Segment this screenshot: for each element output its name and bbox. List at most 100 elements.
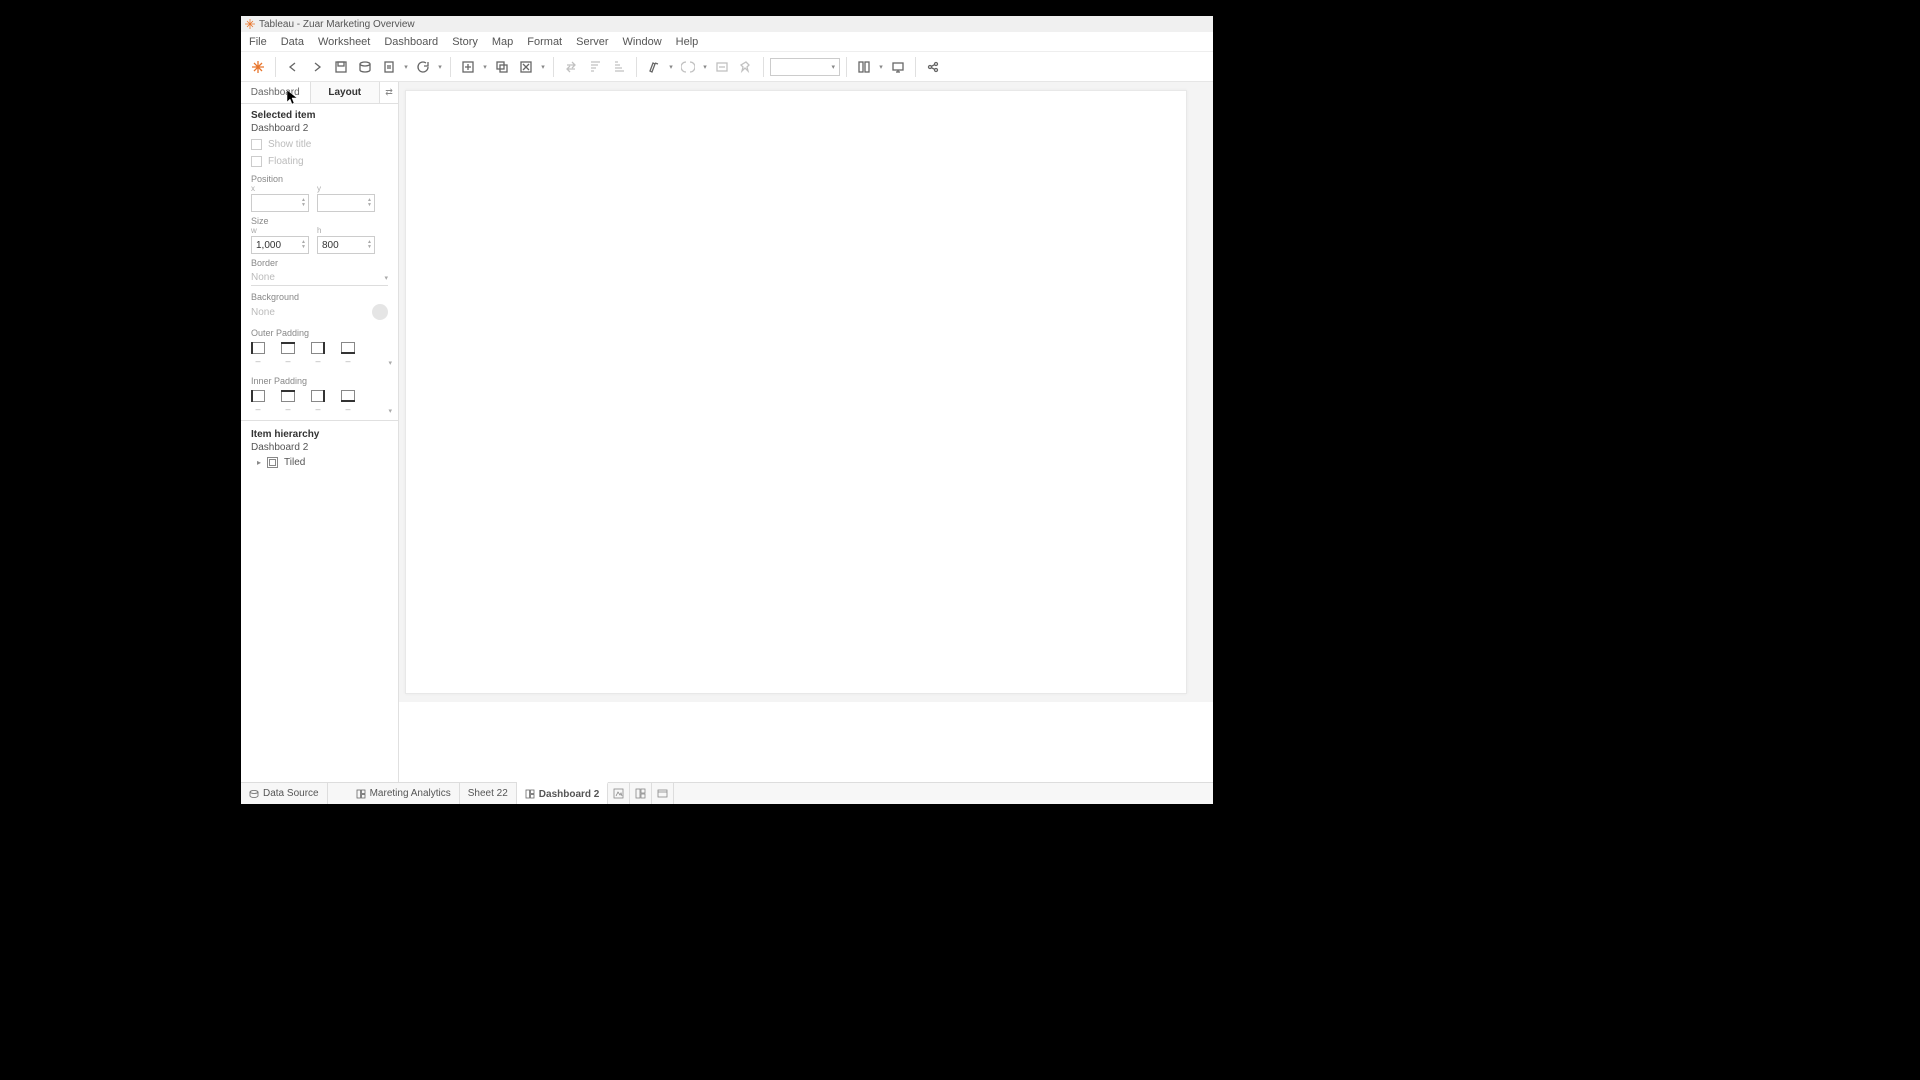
- new-story-button[interactable]: [652, 783, 674, 804]
- dropdown-caret-icon[interactable]: ▾: [436, 63, 444, 71]
- dropdown-caret-icon[interactable]: ▾: [402, 63, 410, 71]
- main-area: Dashboard Layout ⇄ Selected item Dashboa…: [241, 82, 1213, 782]
- group-icon[interactable]: [677, 56, 699, 78]
- pad-bottom-value: –: [341, 356, 355, 366]
- toolbar: ▾ ▾ ▾ ▾ ▾ ▾ ▾ ▾: [241, 52, 1213, 82]
- dropdown-caret-icon[interactable]: ▾: [701, 63, 709, 71]
- separator: [636, 57, 637, 77]
- menu-server[interactable]: Server: [576, 36, 608, 48]
- dashboard-canvas[interactable]: [405, 90, 1187, 694]
- duplicate-icon[interactable]: [491, 56, 513, 78]
- pad-bottom-icon[interactable]: [341, 390, 355, 402]
- new-data-source-icon[interactable]: [354, 56, 376, 78]
- swap-icon[interactable]: [560, 56, 582, 78]
- floating-checkbox[interactable]: Floating: [241, 153, 398, 170]
- data-source-icon: [249, 789, 259, 799]
- chevron-down-icon: ▾: [384, 274, 388, 282]
- size-h-value: 800: [322, 240, 339, 251]
- sheet-tab[interactable]: Mareting Analytics: [348, 783, 460, 804]
- tab-dashboard-label: Dashboard: [251, 87, 300, 98]
- fit-selector[interactable]: ▾: [770, 58, 840, 76]
- menu-story[interactable]: Story: [452, 36, 478, 48]
- chevron-down-icon[interactable]: ▾: [388, 407, 392, 415]
- separator: [553, 57, 554, 77]
- sort-asc-icon[interactable]: [584, 56, 606, 78]
- pad-bottom-value: –: [341, 404, 355, 414]
- pad-left-icon[interactable]: [251, 390, 265, 402]
- new-story-icon: [657, 788, 668, 799]
- pad-top-value: –: [281, 404, 295, 414]
- pad-right-icon[interactable]: [311, 390, 325, 402]
- presentation-mode-icon[interactable]: [887, 56, 909, 78]
- selected-item-value: Dashboard 2: [251, 123, 388, 134]
- undo-icon[interactable]: [282, 56, 304, 78]
- tab-dashboard[interactable]: Dashboard: [241, 82, 311, 103]
- menu-file[interactable]: File: [249, 36, 267, 48]
- show-title-checkbox[interactable]: Show title: [241, 136, 398, 153]
- data-source-tab[interactable]: Data Source: [241, 783, 328, 804]
- sheet-tab-label: Mareting Analytics: [370, 788, 451, 799]
- pad-right-icon[interactable]: [311, 342, 325, 354]
- tree-item-tiled[interactable]: ▸ Tiled: [251, 457, 388, 468]
- tab-layout[interactable]: Layout: [311, 82, 381, 103]
- size-h-input[interactable]: 800 ▲▼: [317, 236, 375, 254]
- menu-window[interactable]: Window: [623, 36, 662, 48]
- menu-bar: File Data Worksheet Dashboard Story Map …: [241, 32, 1213, 52]
- dropdown-caret-icon[interactable]: ▾: [877, 63, 885, 71]
- menu-help[interactable]: Help: [676, 36, 699, 48]
- panel-collapse-icon[interactable]: ⇄: [380, 82, 398, 103]
- sheet-tab-bar: Data Source Mareting Analytics Sheet 22 …: [241, 782, 1213, 804]
- background-label: Background: [241, 292, 398, 302]
- menu-worksheet[interactable]: Worksheet: [318, 36, 370, 48]
- pad-bottom-icon[interactable]: [341, 342, 355, 354]
- pad-top-icon[interactable]: [281, 342, 295, 354]
- pad-top-icon[interactable]: [281, 390, 295, 402]
- menu-dashboard[interactable]: Dashboard: [384, 36, 438, 48]
- show-labels-icon[interactable]: [711, 56, 733, 78]
- highlight-icon[interactable]: [643, 56, 665, 78]
- shelf-area: [399, 702, 1213, 782]
- pin-icon[interactable]: [735, 56, 757, 78]
- panel-tabs: Dashboard Layout ⇄: [241, 82, 398, 104]
- clear-icon[interactable]: [515, 56, 537, 78]
- new-worksheet-icon[interactable]: [457, 56, 479, 78]
- position-x-input[interactable]: ▲▼: [251, 194, 309, 212]
- menu-data[interactable]: Data: [281, 36, 304, 48]
- menu-format[interactable]: Format: [527, 36, 562, 48]
- stepper-arrows-icon: ▲▼: [367, 198, 372, 208]
- show-title-label: Show title: [268, 139, 311, 150]
- new-worksheet-button[interactable]: [608, 783, 630, 804]
- share-icon[interactable]: [922, 56, 944, 78]
- pause-auto-updates-icon[interactable]: [378, 56, 400, 78]
- pad-top-value: –: [281, 356, 295, 366]
- show-cards-icon[interactable]: [853, 56, 875, 78]
- dropdown-caret-icon[interactable]: ▾: [481, 63, 489, 71]
- h-label: h: [317, 226, 375, 235]
- stepper-arrows-icon: ▲▼: [301, 240, 306, 250]
- dropdown-caret-icon[interactable]: ▾: [667, 63, 675, 71]
- position-y-input[interactable]: ▲▼: [317, 194, 375, 212]
- border-label: Border: [241, 258, 398, 268]
- sort-desc-icon[interactable]: [608, 56, 630, 78]
- tab-layout-label: Layout: [328, 87, 361, 98]
- size-w-input[interactable]: 1,000 ▲▼: [251, 236, 309, 254]
- dropdown-caret-icon[interactable]: ▾: [539, 63, 547, 71]
- separator: [763, 57, 764, 77]
- redo-icon[interactable]: [306, 56, 328, 78]
- x-label: x: [251, 184, 309, 193]
- tableau-start-icon[interactable]: [247, 56, 269, 78]
- sheet-tab-active[interactable]: Dashboard 2: [517, 782, 609, 804]
- new-dashboard-button[interactable]: [630, 783, 652, 804]
- pad-left-icon[interactable]: [251, 342, 265, 354]
- menu-map[interactable]: Map: [492, 36, 513, 48]
- chevron-down-icon[interactable]: ▾: [388, 359, 392, 367]
- sheet-tab[interactable]: Sheet 22: [460, 783, 517, 804]
- item-hierarchy-root: Dashboard 2: [251, 442, 388, 453]
- refresh-icon[interactable]: [412, 56, 434, 78]
- background-color-swatch[interactable]: [372, 304, 388, 320]
- w-label: w: [251, 226, 309, 235]
- save-icon[interactable]: [330, 56, 352, 78]
- border-selector[interactable]: None ▾: [251, 270, 388, 286]
- border-value: None: [251, 272, 275, 283]
- separator: [450, 57, 451, 77]
